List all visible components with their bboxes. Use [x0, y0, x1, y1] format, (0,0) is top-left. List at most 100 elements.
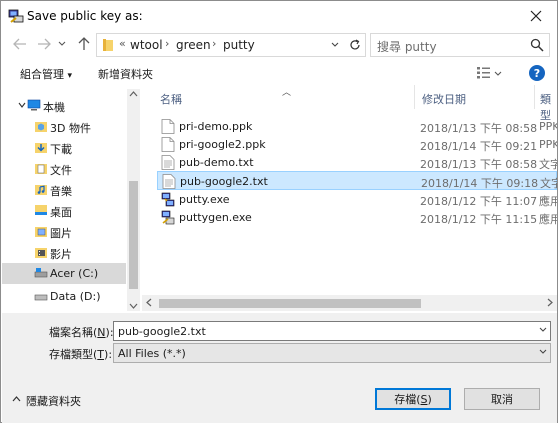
file-list-horizontal-scrollbar[interactable] [142, 295, 557, 311]
search-input[interactable]: 搜尋 putty [370, 33, 550, 57]
column-header-name[interactable]: 名稱 [160, 91, 182, 107]
file-date: 2018/1/13 下午 08:58 [420, 122, 538, 135]
download-icon [35, 143, 47, 153]
file-row-selected[interactable]: pub-google2.txt 2018/1/14 下午 09:18 文字 [157, 171, 557, 190]
up-button[interactable] [75, 35, 93, 53]
chevron-down-icon [58, 41, 66, 46]
nav-item-this-pc[interactable]: 本機 [2, 95, 126, 116]
nav-item-drive-d[interactable]: Data (D:) [2, 286, 126, 307]
close-button[interactable] [525, 5, 547, 27]
music-icon [35, 185, 47, 195]
overflow-chevron[interactable]: « [119, 37, 126, 50]
videos-icon [35, 248, 47, 258]
puttygen-app-icon [161, 210, 175, 225]
nav-item-label: 圖片 [50, 227, 72, 240]
help-icon[interactable]: ? [529, 65, 545, 81]
address-bar[interactable]: « wtool › green › putty [96, 33, 366, 57]
arrow-up-icon [78, 37, 90, 50]
filename-label: 檔案名稱(N): [49, 326, 114, 339]
close-icon [530, 10, 542, 22]
file-date: 2018/1/14 下午 09:18 [421, 177, 539, 190]
file-date: 2018/1/12 下午 11:15 [420, 213, 538, 226]
nav-item-label: 桌面 [50, 206, 72, 219]
file-row[interactable]: pub-demo.txt 2018/1/13 下午 08:58 文字 [157, 153, 557, 172]
text-file-icon [162, 174, 176, 189]
file-date: 2018/1/13 下午 08:58 [420, 158, 538, 171]
scrollbar-thumb[interactable] [159, 299, 421, 308]
chevron-down-icon [539, 349, 547, 354]
refresh-button[interactable] [347, 37, 363, 53]
search-placeholder: 搜尋 putty [377, 40, 437, 54]
save-button[interactable]: 存檔(S) [375, 388, 451, 410]
address-dropdown-button[interactable] [327, 37, 343, 53]
breadcrumb-putty[interactable]: putty [223, 38, 255, 52]
nav-item-3d-objects[interactable]: 3D 物件 [2, 116, 126, 137]
forward-button[interactable] [35, 35, 53, 53]
file-row[interactable]: pri-google2.ppk 2018/1/14 下午 09:21 PPK [157, 135, 557, 154]
file-row[interactable]: putty.exe 2018/1/12 下午 11:07 應用 [157, 190, 557, 209]
file-list: ︿ 名稱 修改日期 類型 pri-demo.ppk 2018/1/13 下午 0… [142, 85, 557, 315]
nav-item-desktop[interactable]: 桌面 [2, 200, 126, 221]
file-name: pri-google2.ppk [179, 138, 266, 151]
nav-item-videos[interactable]: 影片 [2, 242, 126, 263]
back-button[interactable] [11, 35, 29, 53]
change-view-icon[interactable] [476, 66, 504, 80]
breadcrumb-green[interactable]: green [176, 38, 211, 52]
document-folder-icon [35, 164, 47, 174]
column-divider[interactable] [534, 85, 535, 109]
file-row[interactable]: puttygen.exe 2018/1/12 下午 11:15 應用 [157, 208, 557, 227]
file-type: PPK [539, 138, 557, 151]
scroll-down-icon[interactable] [129, 303, 138, 309]
drive-icon [34, 294, 48, 301]
filetype-value: All Files (*.*) [118, 347, 186, 360]
sort-ascending-icon: ︿ [282, 88, 292, 98]
nav-item-drive-c[interactable]: Acer (C:) [2, 263, 126, 284]
chevron-up-icon [12, 396, 21, 402]
file-name: pri-demo.ppk [179, 120, 253, 133]
nav-pane-scrollbar[interactable] [127, 89, 140, 311]
refresh-icon [350, 39, 360, 50]
filename-value: pub-google2.txt [118, 325, 206, 338]
scroll-right-icon[interactable] [547, 298, 553, 307]
navigation-pane: 本機 3D 物件 下載 文件 音樂 桌面 圖片 影片 Acer (C:) Dat… [2, 89, 126, 311]
breadcrumb-separator[interactable]: › [165, 37, 169, 50]
save-dialog: Save public key as: « wtool › green › pu… [0, 0, 558, 423]
window-title: Save public key as: [27, 9, 143, 23]
cancel-button[interactable]: 取消 [464, 388, 540, 410]
nav-item-music[interactable]: 音樂 [2, 179, 126, 200]
breadcrumb-separator[interactable]: › [212, 37, 216, 50]
recent-locations-button[interactable] [56, 35, 68, 53]
organize-label: 組合管理 [20, 68, 64, 81]
file-type: 文字 [540, 177, 557, 190]
pictures-icon [35, 227, 47, 237]
nav-item-label: 文件 [50, 164, 72, 177]
file-row[interactable]: pri-demo.ppk 2018/1/13 下午 08:58 PPK [157, 117, 557, 136]
nav-item-label: 下載 [50, 143, 72, 156]
file-type: 文字 [539, 158, 557, 171]
nav-item-label: 音樂 [50, 185, 72, 198]
computer-icon [27, 99, 41, 111]
text-file-icon [161, 155, 175, 170]
organize-caret: ▾ [67, 71, 73, 81]
chevron-down-icon[interactable] [18, 100, 26, 110]
breadcrumb-wtool[interactable]: wtool [130, 38, 163, 52]
organize-button[interactable]: 組合管理 ▾ [20, 66, 72, 82]
nav-item-pictures[interactable]: 圖片 [2, 221, 126, 242]
search-icon [530, 38, 544, 52]
scroll-up-icon[interactable] [129, 91, 138, 97]
nav-item-label: Acer (C:) [50, 267, 99, 280]
file-type: 應用 [539, 213, 557, 226]
scroll-left-icon[interactable] [146, 298, 152, 307]
filename-field[interactable]: pub-google2.txt [113, 321, 551, 341]
file-name: putty.exe [179, 193, 230, 206]
column-header-date[interactable]: 修改日期 [422, 91, 466, 107]
nav-item-label: 3D 物件 [50, 122, 91, 135]
column-divider[interactable] [414, 85, 415, 109]
nav-item-downloads[interactable]: 下載 [2, 137, 126, 158]
new-folder-button[interactable]: 新增資料夾 [98, 66, 153, 82]
nav-item-documents[interactable]: 文件 [2, 158, 126, 179]
nav-item-label: 本機 [43, 101, 65, 114]
chevron-down-icon[interactable] [539, 327, 547, 333]
scrollbar-thumb[interactable] [129, 181, 138, 289]
filetype-select[interactable]: All Files (*.*) [113, 343, 551, 363]
